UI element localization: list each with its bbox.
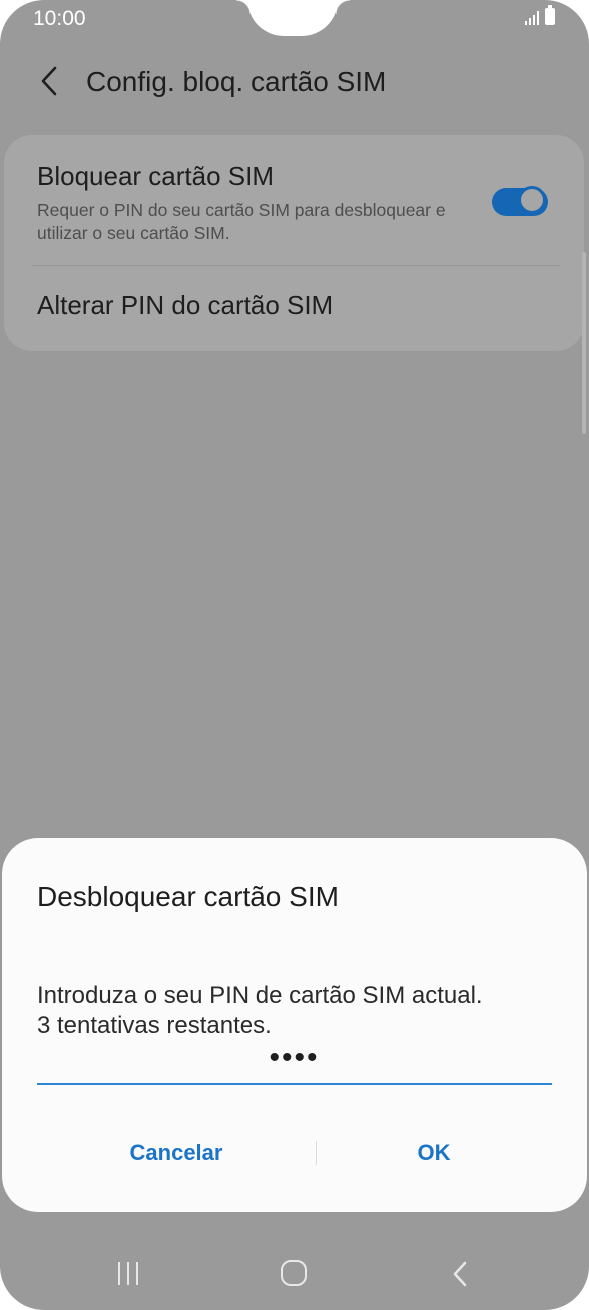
chevron-left-icon	[41, 66, 57, 96]
change-pin-row[interactable]: Alterar PIN do cartão SIM	[37, 290, 333, 321]
lock-sim-title: Bloquear cartão SIM	[37, 161, 275, 191]
notch-corner-right	[336, 0, 350, 14]
toggle-knob	[518, 186, 546, 214]
navigation-bar	[0, 1240, 589, 1310]
status-time: 10:00	[33, 7, 86, 30]
home-icon[interactable]	[281, 1260, 307, 1286]
signal-icon	[525, 11, 539, 25]
dialog-message-line1: Introduza o seu PIN de cartão SIM actual…	[37, 982, 483, 1009]
divider	[32, 265, 560, 266]
pin-input[interactable]: ••••	[37, 1041, 552, 1085]
cancel-button[interactable]: Cancelar	[57, 1133, 295, 1173]
phone-screen: 10:00 Config. bloq. cartão SIM Bloquear …	[0, 0, 589, 1310]
page-title: Config. bloq. cartão SIM	[86, 66, 387, 97]
lock-sim-toggle[interactable]	[492, 184, 550, 218]
battery-icon	[545, 5, 555, 25]
pin-value: ••••	[269, 1041, 320, 1074]
settings-card: Bloquear cartão SIM Requer o PIN do seu …	[4, 135, 584, 351]
scrollbar[interactable]	[582, 252, 586, 434]
status-icons	[525, 5, 555, 25]
ok-button[interactable]: OK	[318, 1133, 550, 1173]
button-divider	[316, 1141, 317, 1165]
lock-sim-row[interactable]: Bloquear cartão SIM Requer o PIN do seu …	[37, 157, 557, 267]
dialog-attempts-remaining: 3 tentativas restantes.	[37, 1012, 272, 1039]
camera-notch	[248, 0, 338, 36]
dialog-message: Introduza o seu PIN de cartão SIM actual…	[37, 981, 557, 1041]
dialog-title: Desbloquear cartão SIM	[37, 881, 339, 912]
lock-sim-description: Requer o PIN do seu cartão SIM para desb…	[37, 200, 446, 243]
recents-icon[interactable]	[118, 1262, 138, 1285]
unlock-sim-dialog: Desbloquear cartão SIM Introduza o seu P…	[2, 838, 587, 1212]
back-icon[interactable]	[448, 1260, 474, 1288]
back-button[interactable]	[32, 63, 68, 99]
app-header: Config. bloq. cartão SIM	[0, 55, 589, 107]
